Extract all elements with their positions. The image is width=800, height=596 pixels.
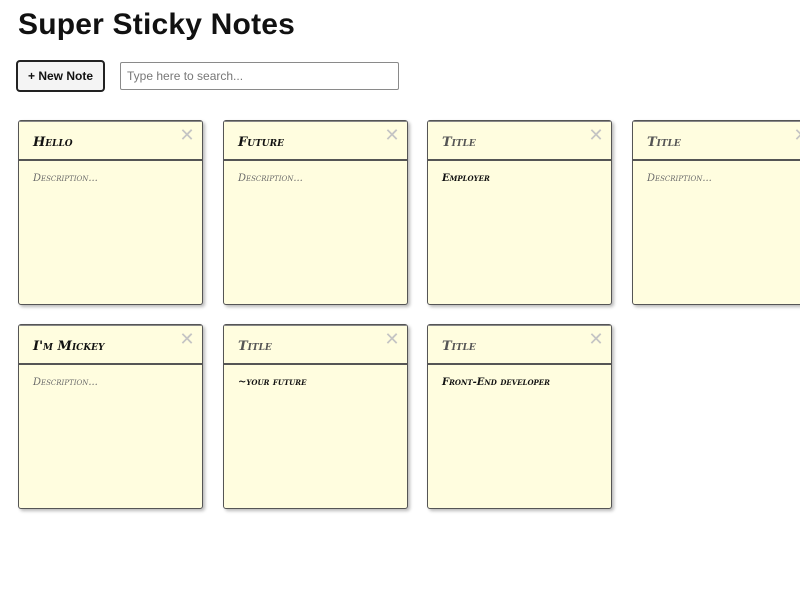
note-title-input[interactable]: Title [442, 339, 476, 354]
new-note-button[interactable]: + New Note [16, 60, 105, 92]
close-icon[interactable]: ✕ [178, 127, 196, 145]
note-description-input[interactable]: Description... [33, 173, 192, 184]
note-description-input[interactable]: Description... [33, 377, 192, 388]
note-header: Title ✕ [428, 325, 611, 365]
app-root: Super Sticky Notes + New Note Hello ✕ De… [0, 0, 800, 596]
note-title-input[interactable]: Title [442, 135, 476, 150]
close-icon[interactable]: ✕ [178, 331, 196, 349]
sticky-note: Title ✕ Front-End developer [427, 324, 612, 509]
note-description-input[interactable]: Front-End developer [442, 377, 601, 388]
sticky-note: Hello ✕ Description... [18, 120, 203, 305]
note-title-input[interactable]: I'm Mickey [33, 339, 104, 354]
close-icon[interactable]: ✕ [587, 331, 605, 349]
note-description-input[interactable]: ~your future [238, 377, 397, 388]
close-icon[interactable]: ✕ [383, 331, 401, 349]
note-title-input[interactable]: Title [238, 339, 272, 354]
note-title-input[interactable]: Hello [33, 135, 73, 150]
note-description-input[interactable]: Description... [647, 173, 800, 184]
note-header: Title ✕ [428, 121, 611, 161]
sticky-note: Title ✕ Employer [427, 120, 612, 305]
note-header: Future ✕ [224, 121, 407, 161]
note-header: Hello ✕ [19, 121, 202, 161]
note-title-input[interactable]: Title [647, 135, 681, 150]
sticky-note: Title ✕ ~your future [223, 324, 408, 509]
sticky-note: Title ✕ Description... [632, 120, 800, 305]
page-title: Super Sticky Notes [18, 8, 296, 41]
sticky-note: I'm Mickey ✕ Description... [18, 324, 203, 509]
close-icon[interactable]: ✕ [587, 127, 605, 145]
close-icon[interactable]: ✕ [792, 127, 800, 145]
note-header: I'm Mickey ✕ [19, 325, 202, 365]
note-description-input[interactable]: Employer [442, 173, 601, 184]
note-title-input[interactable]: Future [238, 135, 284, 150]
search-input[interactable] [120, 62, 399, 90]
sticky-note: Future ✕ Description... [223, 120, 408, 305]
close-icon[interactable]: ✕ [383, 127, 401, 145]
note-header: Title ✕ [224, 325, 407, 365]
note-header: Title ✕ [633, 121, 800, 161]
note-description-input[interactable]: Description... [238, 173, 397, 184]
